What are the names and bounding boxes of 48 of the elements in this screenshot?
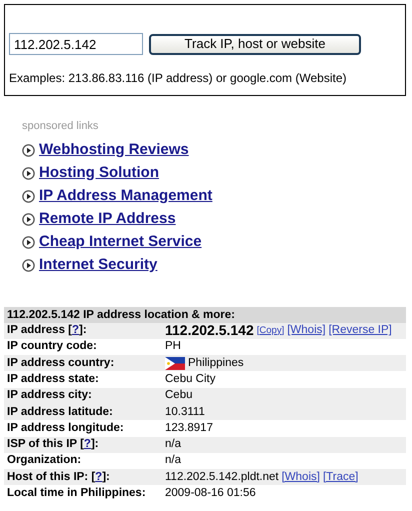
ip-input-field[interactable]: 112.202.5.142 xyxy=(9,33,143,55)
row-value: Cebu xyxy=(165,388,192,404)
play-circle-icon xyxy=(22,166,35,180)
sponsored-link[interactable]: IP Address Management xyxy=(39,184,212,208)
flag-icon xyxy=(165,356,185,370)
table-header: 112.202.5.142 IP address location & more: xyxy=(4,306,406,322)
row-label: IP address city: xyxy=(7,388,92,404)
row-value: PH xyxy=(165,339,181,354)
play-circle-icon xyxy=(22,212,35,226)
row-label: IP address latitude: xyxy=(7,404,113,420)
value-link[interactable]: [Trace] xyxy=(322,468,358,486)
value-link[interactable]: [Reverse IP] xyxy=(328,322,392,340)
row-value: 123.8917 xyxy=(165,420,213,436)
ip-value: 112.202.5.142 xyxy=(165,321,254,340)
play-circle-icon xyxy=(22,236,35,248)
play-circle-icon xyxy=(22,190,35,202)
sponsored-link[interactable]: Remote IP Address xyxy=(39,208,176,230)
row-label: IP address country: xyxy=(7,356,114,371)
row-label: Host of this IP: [?]: xyxy=(7,470,110,485)
help-link[interactable]: ? xyxy=(95,470,102,483)
help-link[interactable]: ? xyxy=(84,438,91,450)
row-label: IP country code: xyxy=(7,339,97,354)
value-link[interactable]: [Whois] xyxy=(282,468,320,486)
row-label: ISP of this IP [?]: xyxy=(7,437,99,452)
row-value: Philippines xyxy=(188,356,244,371)
sponsored-heading: sponsored links xyxy=(22,120,98,132)
sponsored-link[interactable]: Hosting Solution xyxy=(39,162,159,184)
sponsored-link[interactable]: Cheap Internet Service xyxy=(39,230,202,254)
value-link[interactable]: [Copy] xyxy=(256,324,284,338)
row-label: IP address state: xyxy=(7,372,99,387)
play-circle-icon xyxy=(22,144,35,156)
sponsored-link[interactable]: Webhosting Reviews xyxy=(39,138,189,162)
examples-text: Examples: 213.86.83.116 (IP address) or google.com (Website) xyxy=(9,71,347,85)
row-value: 112.202.5.142.pldt.net xyxy=(165,470,279,485)
sponsored-link[interactable]: Internet Security xyxy=(39,254,158,276)
row-value: 2009-08-16 01:56 xyxy=(165,486,256,501)
row-value: 10.3111 xyxy=(165,404,205,420)
row-label: Organization: xyxy=(7,453,82,468)
row-value: Cebu City xyxy=(165,372,216,387)
value-link[interactable]: [Whois] xyxy=(287,322,326,340)
row-label: Local time in Philippines: xyxy=(7,486,146,501)
row-value: n/a xyxy=(165,453,181,468)
track-button[interactable]: Track IP, host or website xyxy=(149,34,361,54)
play-circle-icon xyxy=(22,258,35,272)
help-link[interactable]: ? xyxy=(72,324,80,336)
row-value: n/a xyxy=(165,437,181,452)
row-label: IP address [?]: xyxy=(7,323,87,338)
row-label: IP address longitude: xyxy=(7,420,124,436)
